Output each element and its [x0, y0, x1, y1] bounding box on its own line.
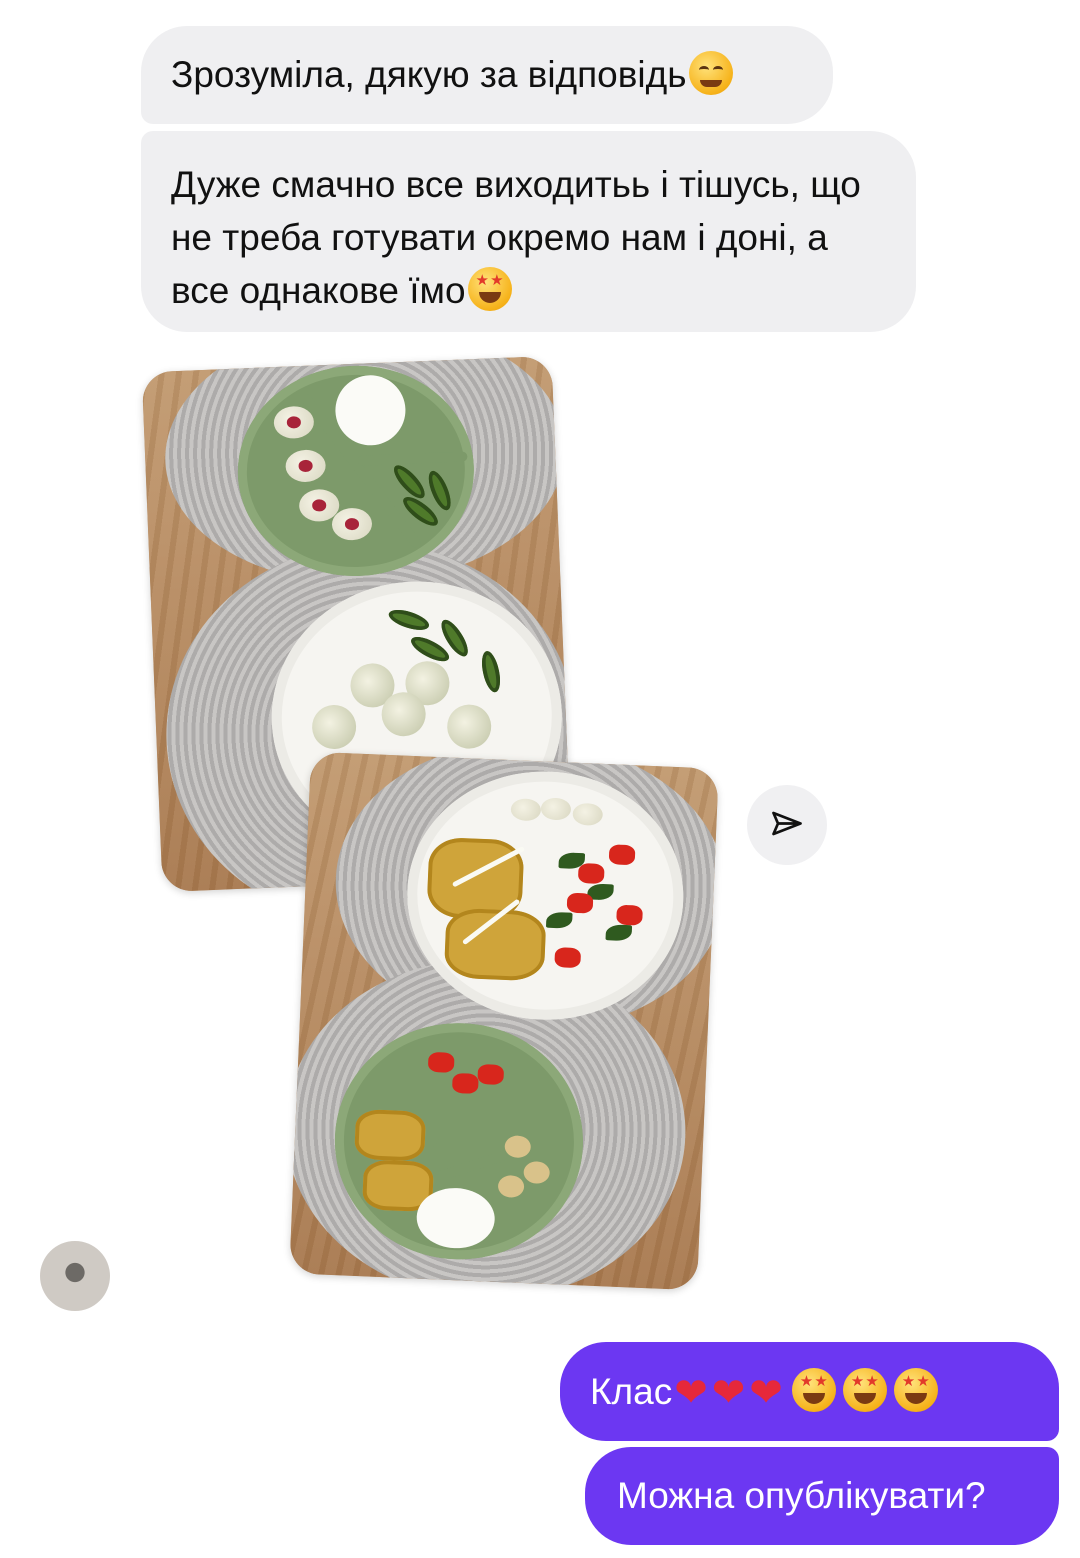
sender-avatar[interactable] [40, 1241, 110, 1311]
star-struck-emoji-icon [791, 1368, 836, 1412]
outgoing-message-2[interactable]: Можна опублікувати? [585, 1447, 1059, 1545]
smiling-face-with-open-hands-emoji-icon [688, 51, 733, 95]
incoming-message-1[interactable]: Зрозуміла, дякую за відповідь [141, 26, 833, 124]
incoming-message-2[interactable]: Дуже смачно все виходитьь і тішусь, що н… [141, 131, 916, 332]
heart-on-fire-emoji-icon: ❤ [749, 1371, 783, 1415]
shared-photo-2[interactable] [289, 751, 719, 1291]
message-text: Клас [590, 1371, 673, 1412]
share-button[interactable] [747, 785, 827, 865]
star-struck-emoji-icon [842, 1368, 887, 1412]
heart-on-fire-emoji-icon: ❤ [711, 1371, 746, 1415]
paper-plane-icon [772, 811, 802, 836]
message-text: Зрозуміла, дякую за відповідь [171, 54, 687, 95]
star-struck-emoji-icon [467, 267, 512, 311]
outgoing-message-1[interactable]: Клас❤ ❤ ❤ [560, 1342, 1059, 1441]
heart-on-fire-emoji-icon: ❤ [674, 1371, 708, 1415]
message-text: Можна опублікувати? [617, 1475, 986, 1516]
star-struck-emoji-icon [893, 1368, 938, 1412]
message-text: Дуже смачно все виходитьь і тішусь, що н… [171, 164, 861, 311]
